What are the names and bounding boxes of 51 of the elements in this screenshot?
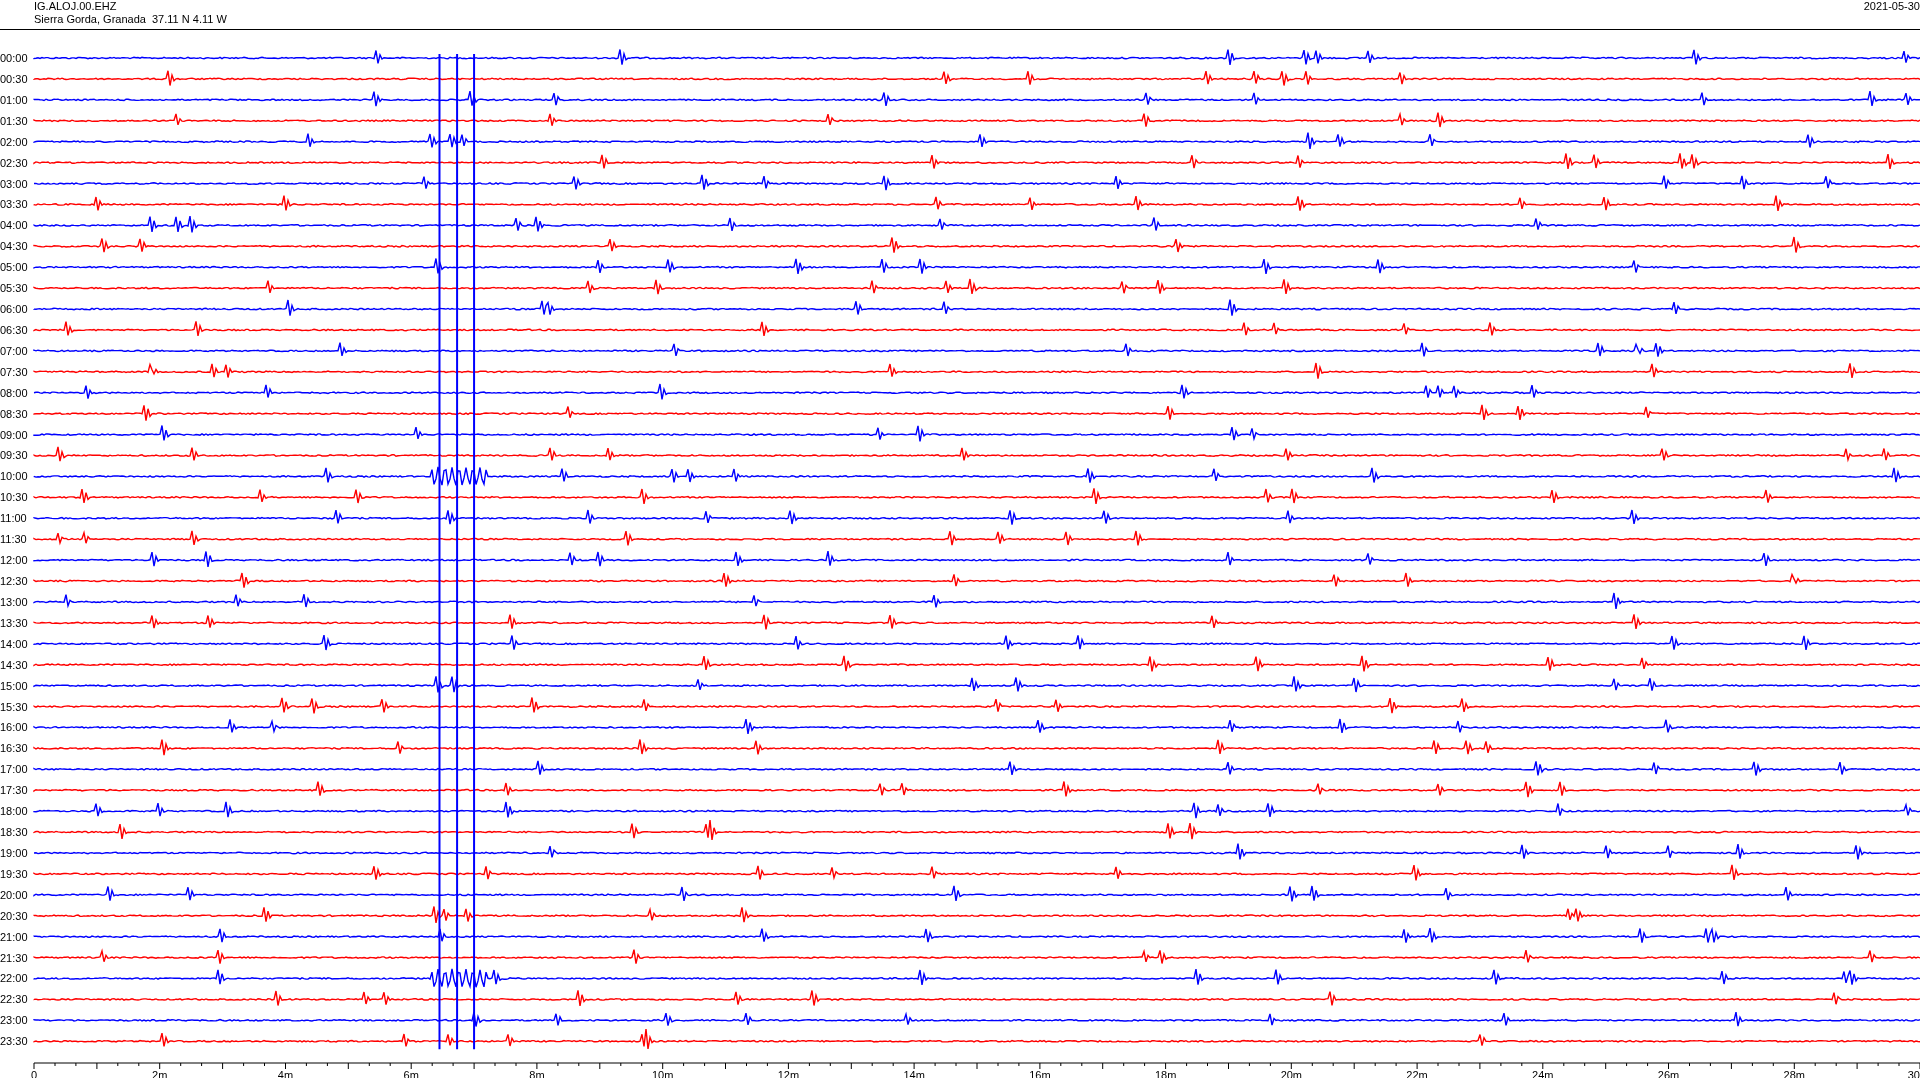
time-label: 07:00 — [0, 344, 28, 357]
time-label: 16:30 — [0, 742, 28, 755]
time-label: 01:30 — [0, 114, 28, 127]
time-label: 17:00 — [0, 763, 28, 776]
time-label: 02:30 — [0, 156, 28, 169]
time-label: 04:00 — [0, 219, 28, 232]
time-label: 21:00 — [0, 930, 28, 943]
date-label: 2021-05-30 — [1863, 0, 1920, 13]
time-label: 00:30 — [0, 72, 28, 85]
time-label: 23:00 — [0, 1014, 28, 1027]
time-label: 10:00 — [0, 470, 28, 483]
time-label: 20:00 — [0, 888, 28, 901]
time-label: 07:30 — [0, 365, 28, 378]
time-label: 14:00 — [0, 637, 28, 650]
time-label: 13:00 — [0, 595, 28, 608]
time-label: 22:30 — [0, 993, 28, 1006]
time-label: 03:00 — [0, 177, 28, 190]
time-label: 08:00 — [0, 386, 28, 399]
station-location: Sierra Gorda, Granada 37.11 N 4.11 W — [34, 13, 227, 26]
time-label: 09:00 — [0, 428, 28, 441]
time-label: 19:30 — [0, 867, 28, 880]
time-label: 05:30 — [0, 282, 28, 295]
time-label: 13:30 — [0, 616, 28, 629]
time-label: 03:30 — [0, 198, 28, 211]
time-label: 08:30 — [0, 407, 28, 420]
time-label: 18:30 — [0, 826, 28, 839]
time-label: 19:00 — [0, 846, 28, 859]
time-label: 20:30 — [0, 909, 28, 922]
time-label: 21:30 — [0, 951, 28, 964]
time-label: 05:00 — [0, 261, 28, 274]
time-label: 18:00 — [0, 805, 28, 818]
time-label: 06:30 — [0, 323, 28, 336]
time-label: 22:00 — [0, 972, 28, 985]
time-label: 16:00 — [0, 721, 28, 734]
time-label: 02:00 — [0, 135, 28, 148]
time-label: 15:00 — [0, 679, 28, 692]
time-label: 01:00 — [0, 93, 28, 106]
station-code: IG.ALOJ.00.EHZ — [34, 0, 117, 13]
time-label: 17:30 — [0, 784, 28, 797]
time-label: 00:00 — [0, 52, 28, 64]
time-label: 04:30 — [0, 240, 28, 253]
time-label: 06:00 — [0, 303, 28, 316]
time-label: 23:30 — [0, 1035, 28, 1048]
time-label: 15:30 — [0, 700, 28, 713]
time-label: 11:00 — [0, 512, 27, 525]
time-label: 12:30 — [0, 575, 28, 587]
time-label: 09:30 — [0, 449, 28, 462]
time-label: 10:30 — [0, 491, 28, 504]
time-label: 11:30 — [0, 533, 27, 546]
time-label: 12:00 — [0, 554, 28, 567]
time-label: 14:30 — [0, 658, 28, 671]
